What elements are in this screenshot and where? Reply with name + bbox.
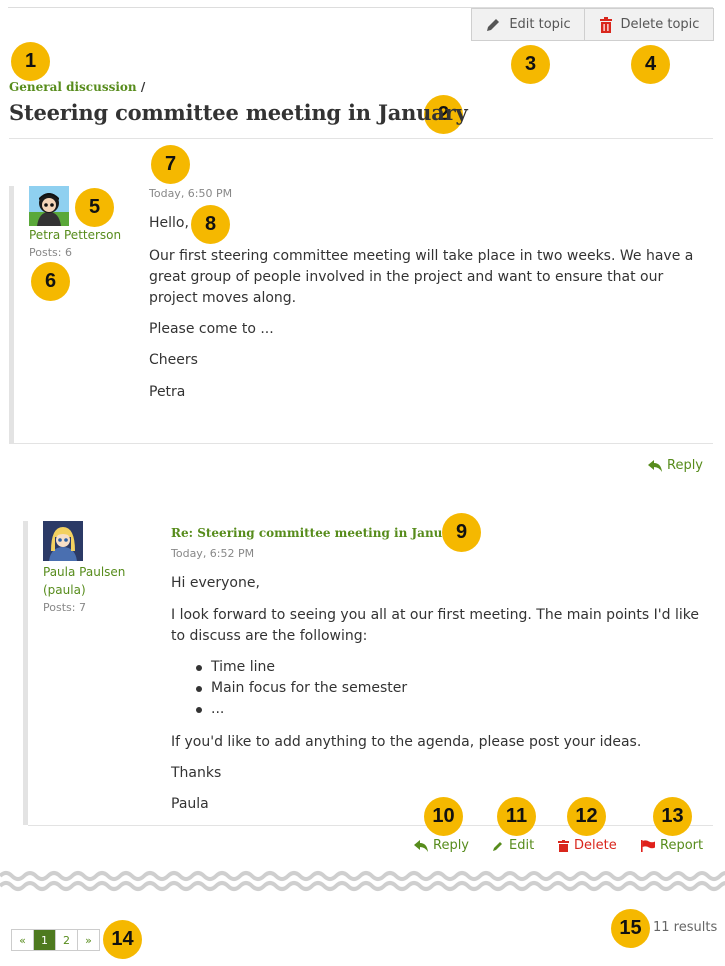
post2-report-link[interactable]: Report <box>641 838 703 853</box>
post2-after-list: If you'd like to add anything to the age… <box>171 734 642 750</box>
results-count: 11 results <box>653 920 718 935</box>
callout-9: 9 <box>442 513 481 552</box>
delete-topic-label: Delete topic <box>620 17 700 32</box>
breadcrumb-separator: / <box>140 80 146 94</box>
post2-edit-link[interactable]: Edit <box>492 838 534 853</box>
pencil-icon <box>487 18 500 31</box>
reply-icon <box>414 839 428 852</box>
post1-posts-count: Posts: 6 <box>29 246 72 259</box>
edit-topic-label: Edit topic <box>509 17 571 32</box>
post1-line: Please come to ... <box>149 321 274 337</box>
breadcrumb: General discussion / <box>9 80 145 94</box>
callout-8: 8 <box>191 205 230 244</box>
flag-icon <box>641 839 655 852</box>
avatar[interactable] <box>29 186 69 226</box>
post2-list: Time line Main focus for the semester ..… <box>171 657 407 720</box>
petra-avatar-image <box>29 186 69 226</box>
list-item: ... <box>195 699 407 720</box>
callout-7: 7 <box>151 145 190 184</box>
callout-12: 12 <box>567 797 606 836</box>
post2-paragraph: I look forward to seeing you all at our … <box>171 607 699 644</box>
post2-delete-link[interactable]: Delete <box>558 838 617 853</box>
post2-time: Today, 6:52 PM <box>171 547 255 560</box>
torn-edge-divider <box>0 871 725 891</box>
post2-signature: Paula <box>171 796 209 812</box>
breadcrumb-forum-link[interactable]: General discussion <box>9 80 137 94</box>
post2-left-bar <box>23 521 28 825</box>
callout-15: 15 <box>611 909 650 948</box>
avatar[interactable] <box>43 521 83 561</box>
pagination: « 1 2 » <box>11 929 100 951</box>
post2-author-name[interactable]: Paula Paulsen <box>43 563 125 581</box>
post1-time: Today, 6:50 PM <box>149 187 233 200</box>
reply-icon <box>648 459 662 472</box>
post1-left-bar <box>9 186 14 444</box>
post2-author-username[interactable]: (paula) <box>43 581 86 599</box>
post1-paragraph: Our first steering committee meeting wil… <box>149 248 694 306</box>
callout-10: 10 <box>424 797 463 836</box>
callout-4: 4 <box>631 45 670 84</box>
pagination-page-1[interactable]: 1 <box>34 930 56 950</box>
pencil-icon <box>493 841 502 851</box>
post2-subject[interactable]: Re: Steering committee meeting in Januar… <box>171 526 463 540</box>
paula-avatar-image <box>43 521 83 561</box>
callout-5: 5 <box>75 188 114 227</box>
post2-greeting: Hi everyone, <box>171 575 260 591</box>
callout-14: 14 <box>103 920 142 959</box>
title-divider <box>9 138 713 139</box>
callout-3: 3 <box>511 45 550 84</box>
pagination-next[interactable]: » <box>78 930 99 950</box>
post1-signature: Petra <box>149 384 186 400</box>
callout-1: 1 <box>11 42 50 81</box>
post1-reply-label: Reply <box>667 458 704 473</box>
pagination-page-2[interactable]: 2 <box>56 930 78 950</box>
post2-report-label: Report <box>660 838 704 853</box>
post1-closing: Cheers <box>149 352 198 368</box>
callout-13: 13 <box>653 797 692 836</box>
trash-icon <box>599 16 612 33</box>
post2-thanks: Thanks <box>171 765 222 781</box>
list-item: Main focus for the semester <box>195 678 407 699</box>
post2-reply-label: Reply <box>433 838 470 853</box>
post1-reply-link[interactable]: Reply <box>648 458 703 473</box>
post1-greeting: Hello, <box>149 215 189 231</box>
post2-delete-label: Delete <box>574 838 617 853</box>
post2-reply-link[interactable]: Reply <box>414 838 469 853</box>
pagination-prev[interactable]: « <box>12 930 34 950</box>
edit-topic-button[interactable]: Edit topic <box>471 8 585 41</box>
trash-icon <box>558 839 569 852</box>
callout-6: 6 <box>31 262 70 301</box>
post2-bottom-divider <box>28 825 713 826</box>
delete-topic-button[interactable]: Delete topic <box>584 8 714 41</box>
post1-bottom-divider <box>14 443 713 444</box>
post1-author[interactable]: Petra Petterson <box>29 226 121 244</box>
post2-posts-count: Posts: 7 <box>43 601 86 614</box>
callout-11: 11 <box>497 797 536 836</box>
topic-title: Steering committee meeting in January <box>9 100 468 125</box>
post2-edit-label: Edit <box>509 838 535 853</box>
list-item: Time line <box>195 657 407 678</box>
